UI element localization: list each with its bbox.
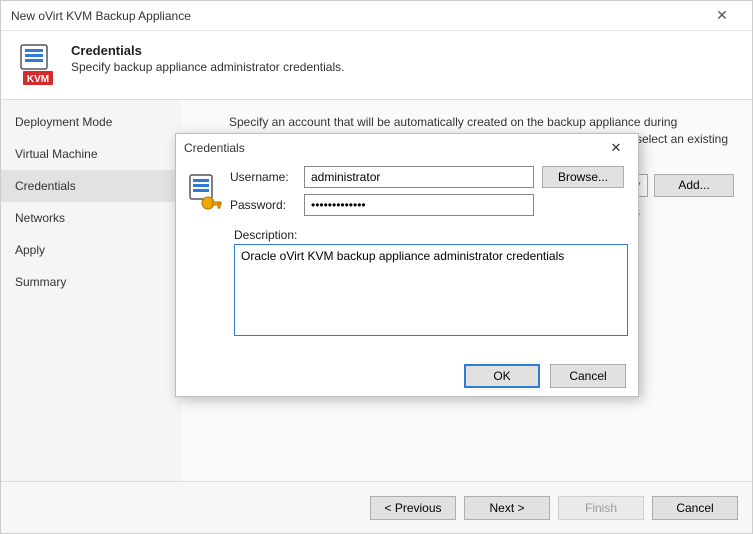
wizard-footer: < Previous Next > Finish Cancel xyxy=(1,481,752,533)
dialog-cancel-button[interactable]: Cancel xyxy=(550,364,626,388)
credentials-icon xyxy=(188,173,222,215)
wizard-header: KVM Credentials Specify backup appliance… xyxy=(1,31,752,100)
sidebar-item-summary[interactable]: Summary xyxy=(1,266,181,298)
dialog-close-icon[interactable]: ✕ xyxy=(602,140,630,156)
sidebar-item-networks[interactable]: Networks xyxy=(1,202,181,234)
next-button[interactable]: Next > xyxy=(464,496,550,520)
ok-button[interactable]: OK xyxy=(464,364,540,388)
finish-button: Finish xyxy=(558,496,644,520)
credentials-dialog: Credentials ✕ xyxy=(175,133,639,397)
add-button[interactable]: Add... xyxy=(654,174,734,197)
svg-text:KVM: KVM xyxy=(27,74,49,85)
sidebar-item-credentials[interactable]: Credentials xyxy=(1,170,181,202)
password-label: Password: xyxy=(230,198,296,212)
page-subtitle: Specify backup appliance administrator c… xyxy=(71,60,344,74)
username-field[interactable] xyxy=(304,166,534,188)
kvm-icon: KVM xyxy=(17,43,57,83)
close-icon[interactable]: ✕ xyxy=(702,7,742,24)
dialog-titlebar: Credentials ✕ xyxy=(176,134,638,162)
description-field[interactable] xyxy=(234,244,628,336)
sidebar-item-deployment-mode[interactable]: Deployment Mode xyxy=(1,106,181,138)
page-title: Credentials xyxy=(71,43,344,58)
main-window: New oVirt KVM Backup Appliance ✕ KVM Cre… xyxy=(0,0,753,534)
instruction-cont: n select an existing xyxy=(626,132,728,146)
titlebar: New oVirt KVM Backup Appliance ✕ xyxy=(1,1,752,31)
username-label: Username: xyxy=(230,170,296,184)
password-field[interactable] xyxy=(304,194,534,216)
description-label: Description: xyxy=(234,228,626,242)
cancel-button[interactable]: Cancel xyxy=(652,496,738,520)
previous-button[interactable]: < Previous xyxy=(370,496,456,520)
sidebar-item-virtual-machine[interactable]: Virtual Machine xyxy=(1,138,181,170)
browse-button[interactable]: Browse... xyxy=(542,166,624,188)
wizard-sidebar: Deployment Mode Virtual Machine Credenti… xyxy=(1,100,181,481)
window-title: New oVirt KVM Backup Appliance xyxy=(11,9,702,23)
dialog-title: Credentials xyxy=(184,141,602,155)
dialog-body: Username: Browse... Password: Descriptio… xyxy=(176,162,638,356)
header-text: Credentials Specify backup appliance adm… xyxy=(71,43,344,74)
instruction-line1: Specify an account that will be automati… xyxy=(229,115,677,129)
sidebar-item-apply[interactable]: Apply xyxy=(1,234,181,266)
dialog-footer: OK Cancel xyxy=(176,356,638,396)
